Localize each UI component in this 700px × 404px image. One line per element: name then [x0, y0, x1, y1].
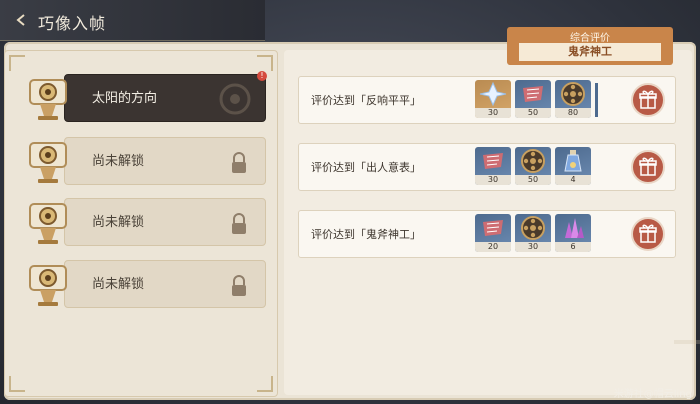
lock-icon — [232, 152, 246, 173]
level-item-locked[interactable]: 尚未解锁 — [22, 135, 267, 185]
reward-item[interactable]: 30 — [515, 214, 551, 252]
task-row: 评价达到「鬼斧神工」 20 30 6 — [298, 210, 676, 258]
crystal-icon — [565, 218, 584, 238]
task-description: 评价达到「反响平平」 — [311, 94, 421, 107]
camera-emblem-icon — [219, 83, 251, 115]
reward-quantity: 4 — [555, 175, 591, 185]
reward-quantity: 20 — [475, 242, 511, 252]
camera-trophy-icon — [29, 142, 67, 183]
potion-icon — [564, 150, 582, 172]
reward-quantity: 30 — [475, 175, 511, 185]
level-item-label: 尚未解锁 — [92, 215, 145, 230]
primogem-icon — [479, 81, 507, 107]
level-item-label: 尚未解锁 — [92, 277, 145, 292]
back-arrow-icon[interactable] — [14, 13, 28, 27]
mora-icon — [483, 153, 503, 169]
reward-item[interactable]: 30 — [475, 147, 511, 185]
reward-item[interactable]: 4 — [555, 147, 591, 185]
camera-trophy-icon — [29, 265, 67, 306]
film-reel-icon — [521, 149, 545, 173]
film-reel-icon — [561, 82, 585, 106]
task-description: 评价达到「出人意表」 — [311, 161, 421, 174]
level-item-sun-direction[interactable]: ! 太阳的方向 — [22, 71, 267, 122]
reward-quantity: 80 — [555, 108, 591, 118]
watermark-credit: 米游社@帽云ling — [613, 389, 692, 400]
scroll-indicator — [595, 83, 598, 117]
corner-ornament — [9, 376, 25, 392]
lock-icon — [232, 213, 246, 234]
level-item-label: 太阳的方向 — [92, 91, 158, 106]
overall-rating-label: 综合评价 — [570, 33, 610, 44]
lock-icon — [232, 275, 246, 296]
gift-claim-icon[interactable] — [631, 83, 665, 117]
gift-claim-icon[interactable] — [631, 217, 665, 251]
page-title: 巧像入帧 — [38, 14, 107, 33]
task-description: 评价达到「鬼斧神工」 — [311, 228, 421, 241]
reward-quantity: 50 — [515, 175, 551, 185]
reward-quantity: 6 — [555, 242, 591, 252]
camera-trophy-icon — [29, 203, 67, 244]
corner-ornament — [257, 55, 273, 71]
task-row: 评价达到「反响平平」 30 50 80 — [298, 76, 676, 124]
background-emblem-icon — [674, 340, 700, 344]
gift-claim-icon[interactable] — [631, 150, 665, 184]
corner-ornament — [257, 376, 273, 392]
reward-quantity: 50 — [515, 108, 551, 118]
overall-rating-value: 鬼斧神工 — [519, 43, 661, 61]
title-bar: 巧像入帧 — [0, 0, 265, 41]
camera-trophy-icon — [29, 79, 67, 120]
reward-item[interactable]: 20 — [475, 214, 511, 252]
mora-icon — [483, 220, 503, 236]
overall-rating-banner: 综合评价 鬼斧神工 — [507, 27, 673, 65]
task-row: 评价达到「出人意表」 30 50 4 — [298, 143, 676, 191]
reward-item[interactable]: 50 — [515, 147, 551, 185]
film-reel-icon — [521, 216, 545, 240]
mora-icon — [523, 86, 543, 102]
level-item-locked[interactable]: 尚未解锁 — [22, 196, 267, 246]
reward-item[interactable]: 30 — [475, 80, 511, 118]
reward-quantity: 30 — [475, 108, 511, 118]
corner-ornament — [9, 55, 25, 71]
level-item-locked[interactable]: 尚未解锁 — [22, 258, 267, 308]
level-item-label: 尚未解锁 — [92, 154, 145, 169]
reward-item[interactable]: 80 — [555, 80, 591, 118]
notification-badge: ! — [257, 71, 267, 81]
reward-quantity: 30 — [515, 242, 551, 252]
reward-item[interactable]: 50 — [515, 80, 551, 118]
reward-item[interactable]: 6 — [555, 214, 591, 252]
